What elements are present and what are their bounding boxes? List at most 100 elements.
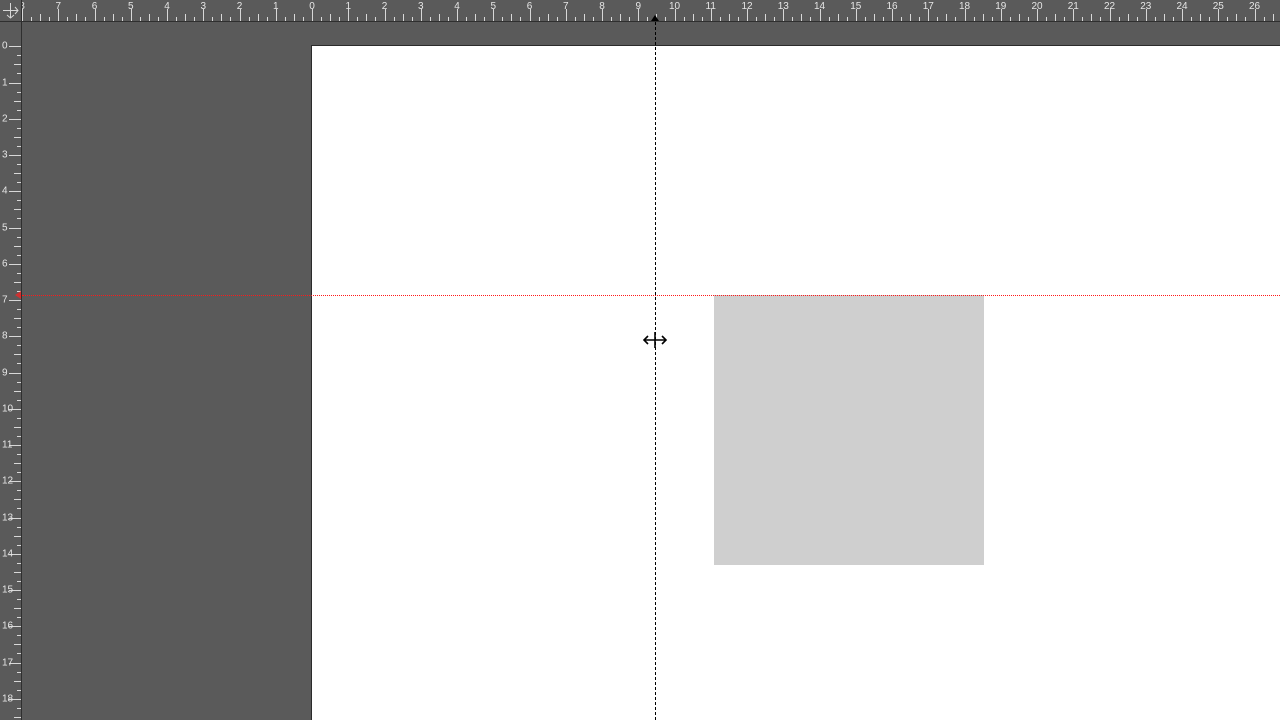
grey-rectangle[interactable] — [714, 295, 984, 565]
ruler-h-tick-minor — [620, 14, 621, 21]
ruler-v-tick-minor — [17, 617, 21, 618]
ruler-h-tick-minor — [76, 14, 77, 21]
ruler-h-tick-minor — [158, 17, 159, 21]
ruler-v-label: 14 — [2, 548, 13, 559]
ruler-h-tick-minor — [394, 17, 395, 21]
ruler-h-label: 4 — [454, 1, 460, 12]
ruler-h-tick-minor — [221, 14, 222, 21]
ruler-v-tick-minor — [17, 92, 21, 93]
ruler-h-tick-minor — [1137, 17, 1138, 21]
ruler-h-label: 5 — [490, 1, 496, 12]
ruler-h-tick-minor — [693, 14, 694, 21]
ruler-h-label: 8 — [599, 1, 605, 12]
ruler-v-tick-minor — [17, 545, 21, 546]
ruler-v-tick-minor — [14, 463, 21, 464]
ruler-v-tick-minor — [17, 218, 21, 219]
ruler-h-tick-minor — [375, 17, 376, 21]
ruler-v-tick-minor — [17, 110, 21, 111]
ruler-h-label: 15 — [850, 1, 861, 12]
ruler-v-tick-major — [9, 336, 21, 337]
ruler-h-tick-minor — [49, 17, 50, 21]
ruler-h-label: 2 — [382, 1, 388, 12]
ruler-h-tick-minor — [475, 14, 476, 21]
ruler-h-tick-minor — [801, 14, 802, 21]
ruler-h-tick-minor — [1019, 14, 1020, 21]
ruler-h-tick-minor — [403, 14, 404, 21]
ruler-h-tick-minor — [40, 14, 41, 21]
ruler-v-tick-major — [9, 83, 21, 84]
ruler-h-tick-minor — [720, 17, 721, 21]
ruler-h-tick-minor — [557, 17, 558, 21]
ruler-v-label: 6 — [2, 258, 8, 269]
ruler-v-tick-minor — [17, 382, 21, 383]
ruler-h-tick-minor — [366, 14, 367, 21]
ruler-v-tick-minor — [17, 309, 21, 310]
ruler-v-tick-minor — [14, 644, 21, 645]
ruler-v-label: 15 — [2, 585, 13, 596]
ruler-h-tick-minor — [665, 17, 666, 21]
ruler-h-label: 9 — [635, 1, 641, 12]
guide-marker-vertical[interactable] — [651, 15, 659, 21]
ruler-h-tick-minor — [294, 14, 295, 21]
ruler-h-tick-minor — [829, 17, 830, 21]
ruler-h-tick-minor — [847, 17, 848, 21]
ruler-v-label: 0 — [2, 41, 8, 52]
ruler-h-tick-minor — [285, 17, 286, 21]
ruler-v-tick-minor — [17, 327, 21, 328]
ruler-h-label: 17 — [923, 1, 934, 12]
ruler-v-tick-minor — [17, 128, 21, 129]
ruler-h-tick-minor — [584, 14, 585, 21]
ruler-h-tick-minor — [1155, 17, 1156, 21]
ruler-h-tick-minor — [1100, 17, 1101, 21]
ruler-v-label: 10 — [2, 403, 13, 414]
ruler-h-tick-minor — [946, 14, 947, 21]
ruler-h-tick-minor — [810, 17, 811, 21]
ruler-h-tick-minor — [194, 17, 195, 21]
ruler-h-tick-minor — [1119, 17, 1120, 21]
ruler-h-label: 25 — [1213, 1, 1224, 12]
guide-marker-horizontal[interactable] — [15, 291, 21, 299]
ruler-h-tick-minor — [31, 17, 32, 21]
ruler-h-tick-minor — [140, 17, 141, 21]
ruler-v-tick-minor — [14, 499, 21, 500]
horizontal-guide[interactable] — [22, 295, 1280, 296]
ruler-h-tick-minor — [67, 17, 68, 21]
ruler-horizontal[interactable]: 8765432101234567891011121314151617181920… — [22, 0, 1280, 22]
ruler-h-tick-minor — [249, 17, 250, 21]
ruler-h-label: 5 — [128, 1, 134, 12]
ruler-vertical[interactable]: 012345678910111213141516171819 — [0, 22, 22, 720]
ruler-v-label: 16 — [2, 621, 13, 632]
ruler-h-label: 7 — [563, 1, 569, 12]
ruler-v-label: 12 — [2, 476, 13, 487]
ruler-h-tick-minor — [684, 17, 685, 21]
ruler-h-tick-minor — [303, 17, 304, 21]
ruler-v-tick-minor — [17, 345, 21, 346]
canvas-area[interactable] — [22, 22, 1280, 720]
vertical-guide[interactable] — [655, 22, 656, 720]
ruler-h-label: 8 — [22, 1, 25, 12]
ruler-v-label: 5 — [2, 222, 8, 233]
ruler-v-tick-major — [9, 264, 21, 265]
ruler-h-tick-minor — [1236, 14, 1237, 21]
ruler-v-tick-minor — [17, 599, 21, 600]
ruler-h-tick-minor — [1227, 17, 1228, 21]
ruler-h-tick-minor — [1055, 14, 1056, 21]
ruler-h-tick-minor — [937, 17, 938, 21]
ruler-h-tick-minor — [983, 14, 984, 21]
ruler-h-label: 26 — [1249, 1, 1260, 12]
ruler-h-tick-minor — [448, 17, 449, 21]
ruler-h-label: 19 — [995, 1, 1006, 12]
ruler-h-label: 16 — [886, 1, 897, 12]
ruler-v-tick-minor — [14, 318, 21, 319]
ruler-origin-corner[interactable] — [0, 0, 22, 22]
ruler-v-label: 3 — [2, 150, 8, 161]
ruler-h-tick-minor — [874, 14, 875, 21]
ruler-h-tick-minor — [539, 17, 540, 21]
ruler-h-tick-minor — [412, 17, 413, 21]
ruler-h-tick-minor — [122, 17, 123, 21]
ruler-h-tick-minor — [520, 17, 521, 21]
ruler-v-tick-minor — [14, 354, 21, 355]
ruler-h-tick-minor — [430, 17, 431, 21]
ruler-v-tick-minor — [14, 246, 21, 247]
ruler-h-label: 2 — [237, 1, 243, 12]
